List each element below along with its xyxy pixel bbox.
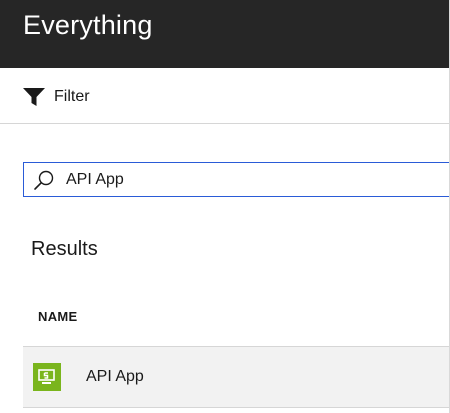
filter-icon — [22, 87, 46, 107]
blade-header: Everything — [0, 0, 450, 68]
everything-blade: Everything Filter Results NAME — [0, 0, 450, 413]
api-app-icon — [33, 363, 61, 391]
page-title: Everything — [23, 10, 153, 40]
row-name: API App — [86, 368, 144, 385]
search-input[interactable] — [66, 164, 426, 195]
results-heading: Results — [31, 238, 98, 260]
filter-label: Filter — [54, 88, 90, 105]
filter-button[interactable]: Filter — [22, 86, 90, 108]
column-header-name[interactable]: NAME — [38, 309, 77, 324]
command-bar: Filter — [0, 68, 450, 124]
search-box[interactable] — [23, 162, 450, 197]
table-row[interactable]: API App — [23, 346, 450, 408]
search-icon — [32, 168, 56, 192]
